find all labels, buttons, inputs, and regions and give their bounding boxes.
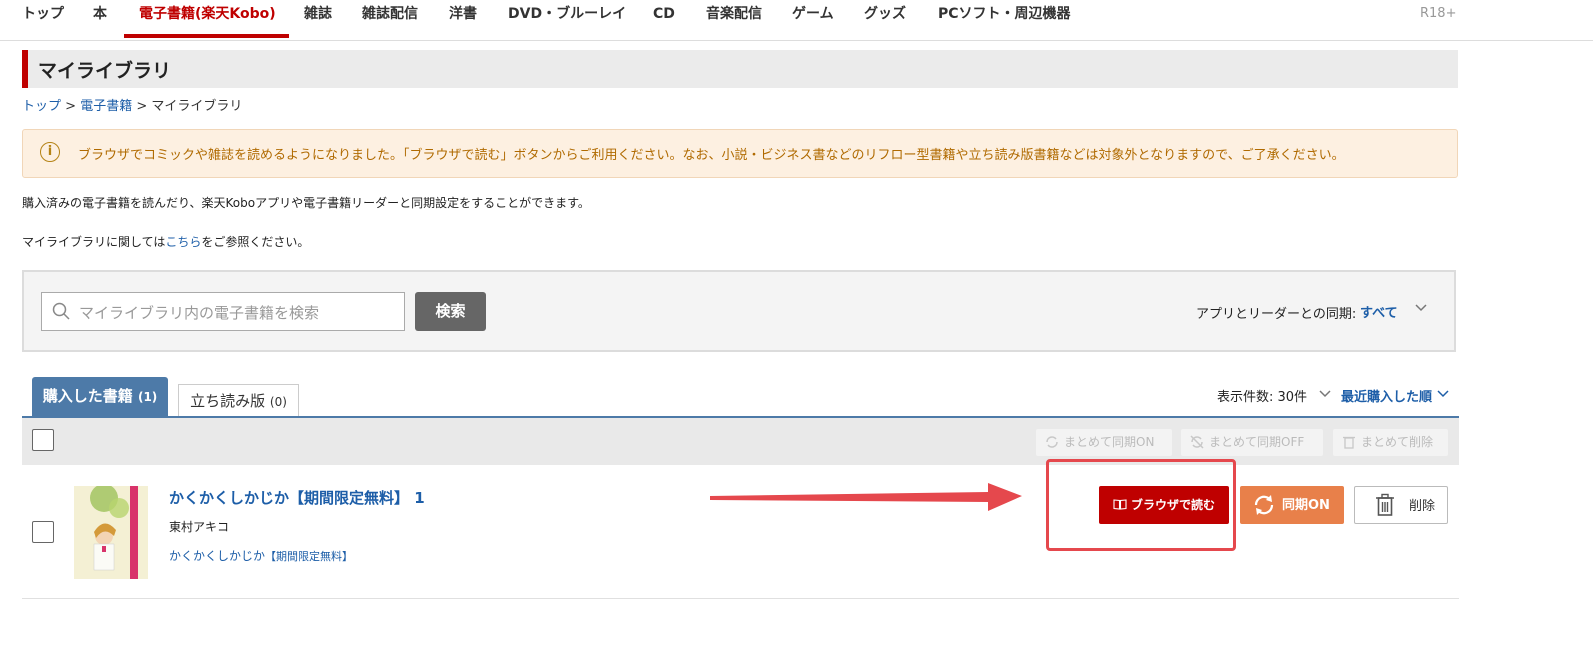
sync-icon [1254, 495, 1274, 515]
nav-item-dvd-bluray[interactable]: DVD・ブルーレイ [508, 4, 626, 36]
help-text-prefix: マイライブラリに関しては [22, 235, 166, 249]
chevron-down-icon[interactable] [1318, 387, 1332, 401]
book-series-tag: 【期間限定無料】 [265, 550, 354, 563]
breadcrumb-current: マイライブラリ [151, 99, 243, 114]
items-per-page-select[interactable]: 表示件数: 30件 [1217, 386, 1307, 405]
trash-icon [1343, 436, 1355, 449]
tab-preview[interactable]: 立ち読み版 (0) [178, 384, 299, 416]
nav-item-cd[interactable]: CD [653, 4, 675, 36]
tab-purchased[interactable]: 購入した書籍 (1) [32, 377, 168, 417]
read-in-browser-label: ブラウザで読む [1130, 498, 1215, 512]
tab-preview-label: 立ち読み版 [190, 392, 266, 410]
book-open-icon [1113, 499, 1127, 510]
bulk-sync-on-label: まとめて同期ON [1064, 435, 1155, 449]
nav-item-foreign-books[interactable]: 洋書 [449, 4, 477, 36]
nav-item-pc-software[interactable]: PCソフト・周辺機器 [938, 4, 1071, 36]
notice-text: ブラウザでコミックや雑誌を読めるようになりました。「ブラウザで読む」ボタンからご… [78, 148, 1345, 163]
bulk-delete-label: まとめて削除 [1361, 435, 1434, 449]
read-in-browser-button[interactable]: ブラウザで読む [1099, 486, 1229, 524]
nav-item-top[interactable]: トップ [22, 4, 64, 36]
page-title: マイライブラリ [38, 60, 172, 82]
trash-icon [1376, 493, 1394, 516]
delete-label: 削除 [1409, 499, 1436, 514]
sync-toggle-button[interactable]: 同期ON [1240, 486, 1344, 524]
nav-item-books[interactable]: 本 [93, 4, 107, 36]
nav-item-games[interactable]: ゲーム [792, 4, 834, 36]
search-placeholder: マイライブラリ内の電子書籍を検索 [79, 304, 320, 322]
sync-toggle-label: 同期ON [1282, 498, 1330, 513]
book-series-name: かくかくしかじか [169, 549, 266, 563]
bulk-delete-button[interactable]: まとめて削除 [1333, 429, 1448, 456]
nav-item-goods[interactable]: グッズ [864, 4, 906, 36]
intro-text: 購入済みの電子書籍を読んだり、楽天Koboアプリや電子書籍リーダーと同期設定をす… [22, 196, 590, 210]
sync-filter-label: アプリとリーダーとの同期: [1196, 307, 1357, 322]
top-navigation: トップ 本 電子書籍(楽天Kobo) 雑誌 雑誌配信 洋書 DVD・ブルーレイ … [0, 0, 1593, 41]
page-title-bar [22, 50, 1458, 88]
tab-preview-count: (0) [269, 395, 287, 409]
title-accent [22, 50, 28, 88]
help-text: マイライブラリに関してはこちらをご参照ください。 [22, 233, 309, 250]
book-select-checkbox[interactable] [32, 521, 54, 543]
tab-purchased-count: (1) [137, 390, 158, 404]
active-tab-indicator [124, 34, 289, 38]
help-link[interactable]: こちら [165, 235, 201, 249]
delete-button[interactable]: 削除 [1354, 486, 1448, 524]
bulk-sync-off-button[interactable]: まとめて同期OFF [1181, 429, 1323, 456]
row-divider [22, 598, 1459, 599]
book-cover[interactable] [74, 486, 148, 579]
chevron-down-icon[interactable] [1436, 387, 1450, 401]
search-icon [52, 302, 70, 320]
sync-filter-value[interactable]: すべて [1360, 302, 1398, 321]
sort-select[interactable]: 最近購入した順 [1341, 386, 1432, 405]
book-cover-image [74, 486, 148, 579]
breadcrumb-separator: > [65, 99, 77, 114]
breadcrumb-separator: > [136, 99, 148, 114]
sync-off-icon [1190, 435, 1204, 449]
book-title[interactable]: かくかくしかじか【期間限定無料】 1 [169, 487, 425, 508]
select-all-checkbox[interactable] [32, 429, 54, 451]
r18-link[interactable]: R18+ [1420, 6, 1456, 21]
sync-icon [1046, 436, 1058, 448]
search-button[interactable]: 検索 [415, 292, 486, 331]
bulk-sync-off-label: まとめて同期OFF [1209, 435, 1305, 449]
breadcrumb-ebooks[interactable]: 電子書籍 [80, 99, 132, 114]
bulk-sync-on-button[interactable]: まとめて同期ON [1036, 429, 1172, 456]
nav-item-music-delivery[interactable]: 音楽配信 [706, 4, 762, 36]
help-text-suffix: をご参照ください。 [201, 235, 310, 249]
chevron-down-icon[interactable] [1413, 300, 1429, 316]
book-author: 東村アキコ [169, 520, 230, 534]
nav-item-magazine-delivery[interactable]: 雑誌配信 [362, 4, 418, 36]
breadcrumb-top[interactable]: トップ [22, 99, 61, 114]
nav-item-ebooks-kobo[interactable]: 電子書籍(楽天Kobo) [139, 4, 276, 36]
breadcrumb: トップ > 電子書籍 > マイライブラリ [22, 95, 242, 114]
nav-item-magazines[interactable]: 雑誌 [304, 4, 332, 36]
annotation-arrow [710, 483, 1022, 511]
info-circle-icon: i [40, 142, 60, 162]
book-series-link[interactable]: かくかくしかじか【期間限定無料】 [169, 547, 353, 564]
tab-purchased-label: 購入した書籍 [42, 387, 133, 405]
